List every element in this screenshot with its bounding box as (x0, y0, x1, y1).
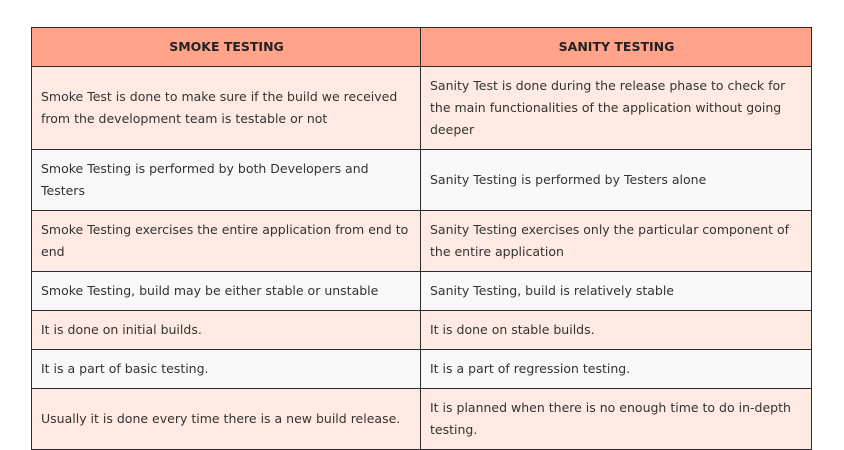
smoke-cell: Usually it is done every time there is a… (31, 388, 421, 450)
smoke-cell: Smoke Testing, build may be either stabl… (31, 271, 421, 311)
table-row: Smoke Test is done to make sure if the b… (31, 66, 812, 150)
smoke-cell: Smoke Testing exercises the entire appli… (31, 210, 421, 272)
table-body: Smoke Test is done to make sure if the b… (31, 66, 812, 450)
sanity-cell: Sanity Testing is performed by Testers a… (420, 149, 812, 211)
smoke-cell: It is done on initial builds. (31, 310, 421, 350)
table-row: Smoke Testing exercises the entire appli… (31, 210, 812, 272)
table-row: Smoke Testing is performed by both Devel… (31, 149, 812, 211)
table-header: SMOKE TESTING SANITY TESTING (31, 27, 812, 67)
sanity-cell: It is done on stable builds. (420, 310, 812, 350)
header-smoke-testing: SMOKE TESTING (31, 27, 421, 67)
header-sanity-testing: SANITY TESTING (420, 27, 812, 67)
header-row: SMOKE TESTING SANITY TESTING (31, 27, 812, 67)
sanity-cell: Sanity Testing exercises only the partic… (420, 210, 812, 272)
table-row: Smoke Testing, build may be either stabl… (31, 271, 812, 311)
sanity-cell: Sanity Test is done during the release p… (420, 66, 812, 150)
sanity-cell: It is planned when there is no enough ti… (420, 388, 812, 450)
table-row: It is done on initial builds. It is done… (31, 310, 812, 350)
smoke-cell: Smoke Test is done to make sure if the b… (31, 66, 421, 150)
smoke-cell: It is a part of basic testing. (31, 349, 421, 389)
sanity-cell: It is a part of regression testing. (420, 349, 812, 389)
table-row: Usually it is done every time there is a… (31, 388, 812, 450)
smoke-cell: Smoke Testing is performed by both Devel… (31, 149, 421, 211)
table-row: It is a part of basic testing. It is a p… (31, 349, 812, 389)
sanity-cell: Sanity Testing, build is relatively stab… (420, 271, 812, 311)
comparison-table: SMOKE TESTING SANITY TESTING Smoke Test … (31, 27, 812, 450)
